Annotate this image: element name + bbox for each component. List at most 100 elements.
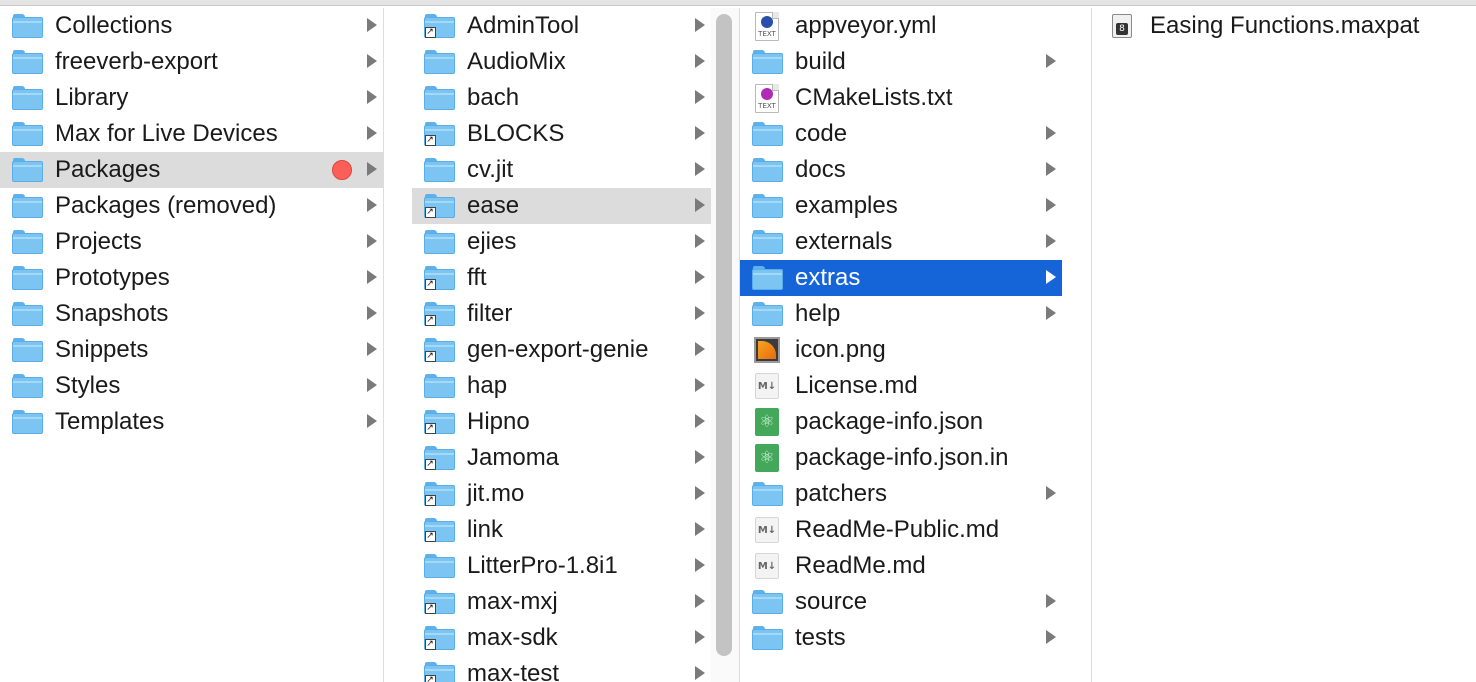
file-row-gen-export-genie[interactable]: ↗ gen-export-genie: [412, 332, 711, 368]
file-row-ejies[interactable]: ejies: [412, 224, 711, 260]
file-row-docs[interactable]: docs: [740, 152, 1062, 188]
file-row-examples[interactable]: examples: [740, 188, 1062, 224]
file-row-help[interactable]: help: [740, 296, 1062, 332]
chevron-right-icon: [695, 306, 705, 320]
alias-arrow-icon: ↗: [424, 135, 436, 146]
text-document-icon: TEXT: [751, 83, 783, 113]
file-row-max-test[interactable]: ↗ max-test: [412, 656, 711, 682]
file-row-admintool[interactable]: ↗ AdminTool: [412, 8, 711, 44]
chevron-right-icon: [367, 126, 377, 140]
file-row-fft[interactable]: ↗ fft: [412, 260, 711, 296]
file-row-package-info-json[interactable]: ⚛ package-info.json: [740, 404, 1062, 440]
file-row-hipno[interactable]: ↗ Hipno: [412, 404, 711, 440]
file-row-externals[interactable]: externals: [740, 224, 1062, 260]
file-row-license-md[interactable]: M↓ License.md: [740, 368, 1062, 404]
file-name-label: Packages: [55, 156, 161, 183]
chevron-right-icon: [695, 630, 705, 644]
file-row-code[interactable]: code: [740, 116, 1062, 152]
file-row-readme-md[interactable]: M↓ ReadMe.md: [740, 548, 1062, 584]
file-row-templates[interactable]: Templates: [0, 404, 383, 440]
file-row-readme-public-md[interactable]: M↓ ReadMe-Public.md: [740, 512, 1062, 548]
folder-alias-icon: ↗: [423, 625, 455, 651]
file-name-label: CMakeLists.txt: [795, 84, 953, 111]
folder-icon: [11, 409, 43, 435]
file-name-label: Styles: [55, 372, 121, 399]
file-name-label: Prototypes: [55, 264, 170, 291]
file-row-snippets[interactable]: Snippets: [0, 332, 383, 368]
file-row-max-for-live-devices[interactable]: Max for Live Devices: [0, 116, 383, 152]
chevron-right-icon: [695, 486, 705, 500]
alias-arrow-icon: ↗: [424, 207, 436, 218]
column-packages[interactable]: ↗ AdminTool AudioMix bach ↗ BLOCKS cv.jit ↗ ease…: [412, 8, 711, 682]
chevron-right-icon: [695, 198, 705, 212]
file-row-library[interactable]: Library: [0, 80, 383, 116]
json-file-icon: ⚛: [751, 444, 783, 472]
alias-arrow-icon: ↗: [424, 27, 436, 38]
file-row-cv-jit[interactable]: cv.jit: [412, 152, 711, 188]
folder-icon: [11, 49, 43, 75]
file-row-hap[interactable]: hap: [412, 368, 711, 404]
file-name-label: max-test: [467, 660, 560, 682]
chevron-right-icon: [367, 270, 377, 284]
file-row-extras[interactable]: extras: [740, 260, 1062, 296]
column-extras[interactable]: 8 Easing Functions.maxpat: [1092, 8, 1476, 682]
file-name-label: package-info.json: [795, 408, 984, 435]
file-row-litterpro-1-8i1[interactable]: LitterPro-1.8i1: [412, 548, 711, 584]
file-name-label: Packages (removed): [55, 192, 277, 219]
file-row-source[interactable]: source: [740, 584, 1062, 620]
file-row-prototypes[interactable]: Prototypes: [0, 260, 383, 296]
file-row-patchers[interactable]: patchers: [740, 476, 1062, 512]
folder-icon: [423, 49, 455, 75]
chevron-right-icon: [367, 342, 377, 356]
file-row-jamoma[interactable]: ↗ Jamoma: [412, 440, 711, 476]
scrollbar-thumb[interactable]: [716, 14, 732, 656]
file-name-label: ejies: [467, 228, 517, 255]
file-row-build[interactable]: build: [740, 44, 1062, 80]
chevron-right-icon: [695, 378, 705, 392]
file-row-bach[interactable]: bach: [412, 80, 711, 116]
file-name-label: gen-export-genie: [467, 336, 649, 363]
folder-alias-icon: ↗: [423, 301, 455, 327]
chevron-right-icon: [367, 414, 377, 428]
file-row-package-info-json-in[interactable]: ⚛ package-info.json.in: [740, 440, 1062, 476]
file-row-link[interactable]: ↗ link: [412, 512, 711, 548]
file-name-label: icon.png: [795, 336, 886, 363]
file-row-tests[interactable]: tests: [740, 620, 1062, 656]
file-row-packages[interactable]: Packages: [0, 152, 383, 188]
file-row-max-sdk[interactable]: ↗ max-sdk: [412, 620, 711, 656]
file-row-jit-mo[interactable]: ↗ jit.mo: [412, 476, 711, 512]
file-row-snapshots[interactable]: Snapshots: [0, 296, 383, 332]
folder-icon: [423, 157, 455, 183]
file-row-packages-removed[interactable]: Packages (removed): [0, 188, 383, 224]
folder-icon: [751, 589, 783, 615]
file-row-ease[interactable]: ↗ ease: [412, 188, 711, 224]
file-row-styles[interactable]: Styles: [0, 368, 383, 404]
chevron-right-icon: [367, 198, 377, 212]
chevron-right-icon: [1046, 594, 1056, 608]
file-row-audiomix[interactable]: AudioMix: [412, 44, 711, 80]
file-name-label: cv.jit: [467, 156, 514, 183]
folder-icon: [751, 301, 783, 327]
column-divider[interactable]: [383, 8, 384, 682]
column-user-library[interactable]: Collections freeverb-export Library Max for…: [0, 8, 383, 682]
file-name-label: Hipno: [467, 408, 530, 435]
column-ease-package[interactable]: TEXT appveyor.yml build TEXT CMakeLists.txt c…: [740, 8, 1062, 682]
file-row-appveyor-yml[interactable]: TEXT appveyor.yml: [740, 8, 1062, 44]
file-name-label: Templates: [55, 408, 165, 435]
file-row-easing-functions-maxpat[interactable]: 8 Easing Functions.maxpat: [1092, 8, 1476, 44]
folder-icon: [11, 337, 43, 363]
file-row-projects[interactable]: Projects: [0, 224, 383, 260]
chevron-right-icon: [695, 18, 705, 32]
file-name-label: ReadMe.md: [795, 552, 926, 579]
file-row-max-mxj[interactable]: ↗ max-mxj: [412, 584, 711, 620]
file-row-freeverb-export[interactable]: freeverb-export: [0, 44, 383, 80]
file-row-filter[interactable]: ↗ filter: [412, 296, 711, 332]
alias-arrow-icon: ↗: [424, 459, 436, 470]
file-row-icon-png[interactable]: icon.png: [740, 332, 1062, 368]
file-row-cmakelists-txt[interactable]: TEXT CMakeLists.txt: [740, 80, 1062, 116]
file-row-collections[interactable]: Collections: [0, 8, 383, 44]
folder-alias-icon: ↗: [423, 265, 455, 291]
file-row-blocks[interactable]: ↗ BLOCKS: [412, 116, 711, 152]
folder-alias-icon: ↗: [423, 409, 455, 435]
folder-icon: [423, 553, 455, 579]
